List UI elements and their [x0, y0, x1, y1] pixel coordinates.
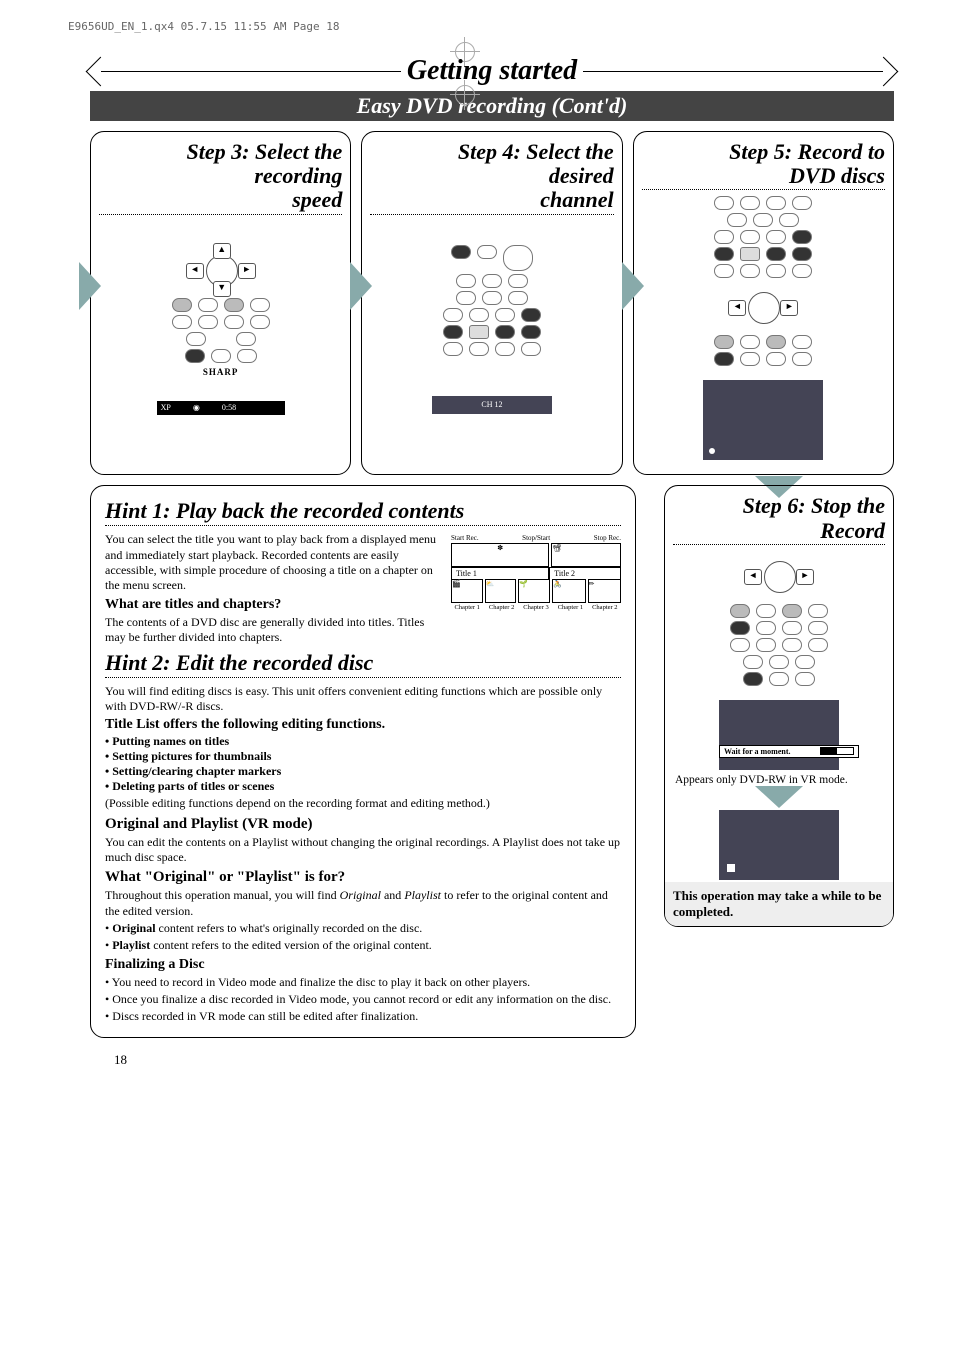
wait-label: Wait for a moment.	[724, 747, 791, 756]
playlist-li: • Playlist content refers to the edited …	[105, 938, 621, 953]
fin-heading: Finalizing a Disc	[105, 957, 621, 973]
page-title: Getting started	[407, 55, 577, 87]
step6-screen1: Wait for a moment.	[719, 700, 839, 770]
step6-column: Step 6: Stop the Record ◄ ► Wait for a m…	[664, 485, 894, 926]
step6-t1: Step 6: Stop the	[743, 493, 885, 518]
steps-row: Step 3: Select the recording speed ◄ ► ▲…	[90, 131, 894, 475]
remote-illustration: ◄ ►	[703, 196, 823, 366]
disc-icon: ◉	[193, 403, 200, 412]
op-heading: Original and Playlist (VR mode)	[105, 816, 621, 833]
chevron-right-icon	[869, 56, 899, 86]
step3-box: Step 3: Select the recording speed ◄ ► ▲…	[90, 131, 351, 475]
fin2: • Once you finalize a disc recorded in V…	[105, 992, 621, 1007]
step6-screen2	[719, 810, 839, 880]
step4-t1: Step 4: Select the	[458, 139, 614, 164]
step5-t2: DVD discs	[789, 163, 885, 188]
arrow-right-icon	[622, 262, 644, 310]
page-number: 18	[90, 1038, 894, 1068]
crop-mark-bottom	[455, 85, 475, 105]
stop-icon	[727, 864, 735, 872]
hint1-suba: The contents of a DVD disc are generally…	[105, 615, 621, 646]
step4-t2: desired	[549, 163, 614, 188]
fin3: • Discs recorded in VR mode can still be…	[105, 1009, 621, 1024]
step5-t1: Step 5: Record to	[729, 139, 885, 164]
step5-box: Step 5: Record to DVD discs ◄ ►	[633, 131, 894, 475]
step6-box: Step 6: Stop the Record ◄ ► Wait for a m…	[664, 485, 894, 926]
page-content: Getting started Easy DVD recording (Cont…	[0, 43, 954, 1108]
record-dot-icon	[709, 448, 715, 454]
screen-time: 0:58	[222, 403, 236, 412]
step4-screen: CH 12	[432, 396, 552, 414]
original-li: • Original content refers to what's orig…	[105, 921, 621, 936]
wp-body: Throughout this operation manual, you wi…	[105, 888, 621, 919]
arrow-right-icon	[350, 262, 372, 310]
screen-mode: XP	[161, 403, 171, 412]
fin1: • You need to record in Video mode and f…	[105, 975, 621, 990]
remote-illustration: ◄ ►	[719, 551, 839, 686]
step4-t3: channel	[540, 187, 613, 212]
hints-block: Hint 1: Play back the recorded contents …	[90, 485, 636, 1037]
wp-heading: What "Original" or "Playlist" is for?	[105, 869, 621, 886]
title-band: Getting started	[90, 55, 894, 87]
step3-t1: Step 3: Select the	[187, 139, 343, 164]
step3-t2: recording	[254, 163, 342, 188]
remote-illustration: ◄ ► ▲ ▼ SHARP	[161, 245, 281, 377]
hint2-body: You will find editing discs is easy. Thi…	[105, 684, 621, 715]
editing-functions-list: Putting names on titles Setting pictures…	[105, 734, 621, 794]
title-chapter-diagram: Start Rec.Stop/StartStop Rec. ✽📽 Title 1…	[451, 534, 621, 611]
step5-screen	[703, 380, 823, 460]
op-body: You can edit the contents on a Playlist …	[105, 835, 621, 866]
arrow-right-icon	[79, 262, 101, 310]
hint2-title: Hint 2: Edit the recorded disc	[105, 650, 621, 676]
hint1-title: Hint 1: Play back the recorded contents	[105, 498, 621, 524]
items-note: (Possible editing functions depend on th…	[105, 796, 621, 811]
progress-bar-icon	[820, 747, 854, 755]
step4-box: Step 4: Select the desired channel CH 12	[361, 131, 622, 475]
step3-screen: XP ◉ 0:58	[157, 401, 285, 415]
step3-t3: speed	[292, 187, 342, 212]
chevron-left-icon	[86, 56, 116, 86]
page-subtitle: Easy DVD recording (Cont'd)	[90, 91, 894, 121]
step6-t2: Record	[820, 518, 885, 543]
arrow-down-icon	[755, 786, 803, 808]
operation-note: This operation may take a while to be co…	[665, 882, 893, 926]
page-header-info: E9656UD_EN_1.qx4 05.7.15 11:55 AM Page 1…	[0, 0, 954, 43]
appears-note: Appears only DVD-RW in VR mode.	[673, 774, 885, 786]
remote-illustration	[432, 245, 552, 356]
hint2-tl-h: Title List offers the following editing …	[105, 717, 621, 733]
